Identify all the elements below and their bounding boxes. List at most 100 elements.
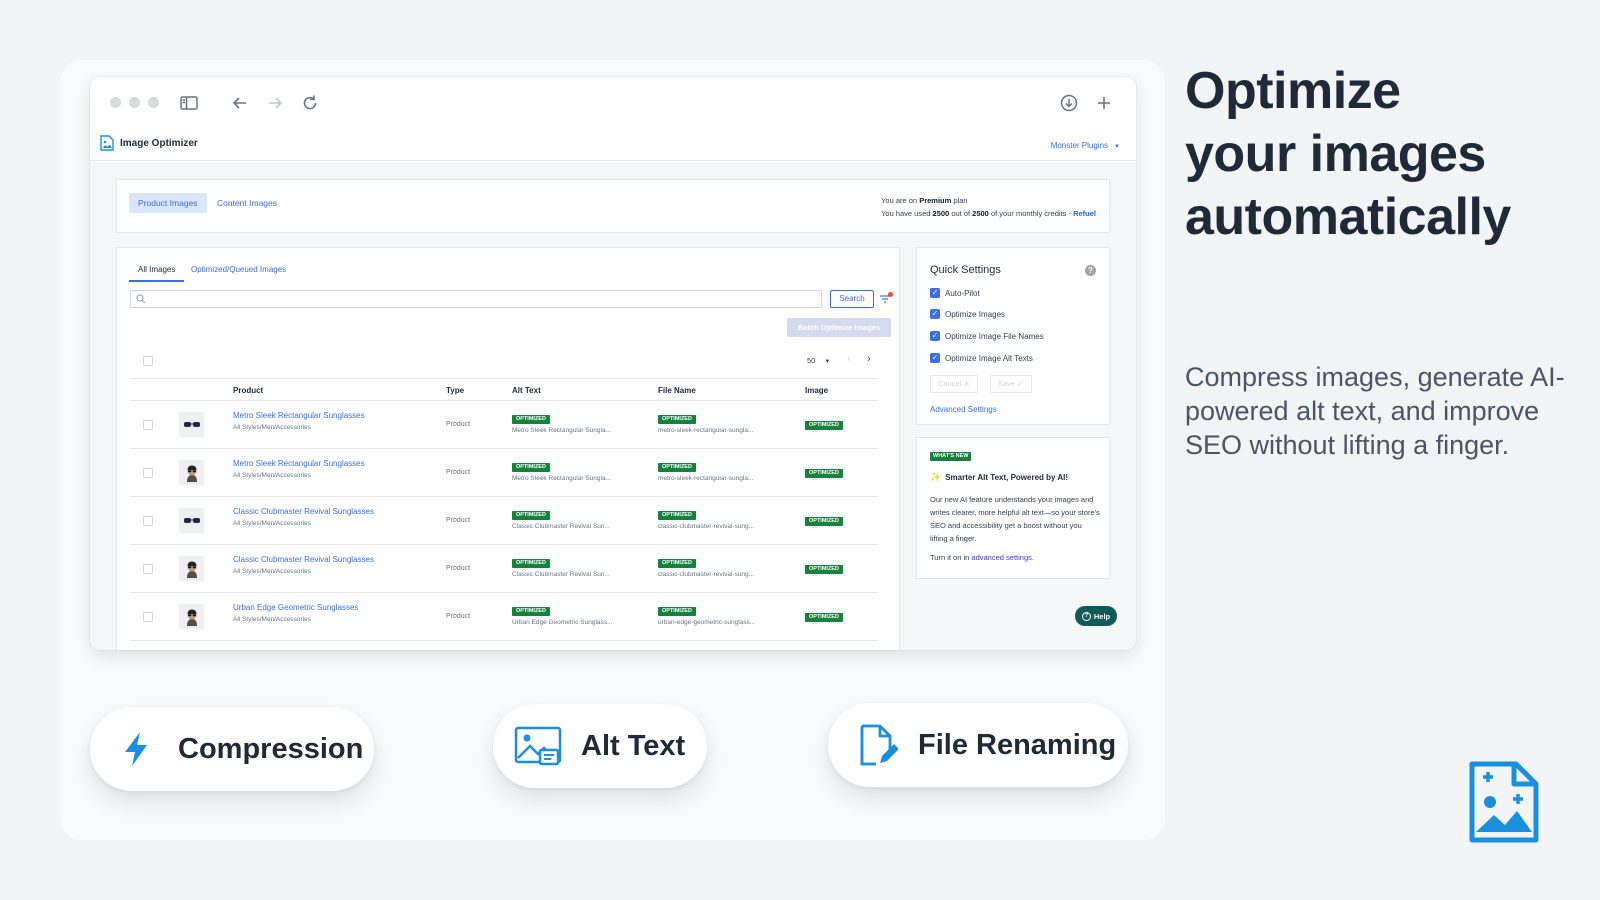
checkbox-checked-icon[interactable]: ✓ <box>930 288 940 298</box>
status-badge: OPTIMIZED <box>512 559 550 568</box>
image-text-icon <box>513 724 563 768</box>
product-category: All Styles/Men/Accessories <box>233 424 312 431</box>
sidebar-toggle-icon[interactable] <box>178 92 200 114</box>
download-icon[interactable] <box>1058 92 1080 114</box>
row-checkbox[interactable] <box>143 420 153 430</box>
setting-optimize-alt-texts[interactable]: ✓ Optimize Image Alt Texts <box>930 353 1033 363</box>
product-category: All Styles/Men/Accessories <box>233 520 312 527</box>
batch-optimize-button[interactable]: Batch Optimize Images <box>787 318 891 337</box>
account-name: Monster Plugins <box>1050 141 1109 150</box>
search-button[interactable]: Search <box>830 290 874 308</box>
row-checkbox[interactable] <box>143 516 153 526</box>
help-circle-icon[interactable]: ? <box>1085 265 1096 276</box>
table-row: Metro Sleek Rectangular Sunglasses All St… <box>130 401 878 449</box>
feature-file-renaming: File Renaming <box>828 703 1128 787</box>
status-badge: OPTIMIZED <box>805 565 843 574</box>
window-close-dot[interactable] <box>110 97 121 108</box>
quick-settings-title: Quick Settings <box>930 264 1001 276</box>
quick-settings-card: Quick Settings ? ✓ Auto-Pilot ✓ Optimize I… <box>916 247 1110 425</box>
advanced-settings-link[interactable]: Advanced Settings <box>930 405 997 414</box>
product-type: Product <box>446 613 471 620</box>
person-sunglasses-icon[interactable] <box>179 460 204 485</box>
plan-name: Premium <box>919 196 952 205</box>
chevron-down-icon: ▼ <box>1114 144 1120 150</box>
chevron-down-icon: ▼ <box>824 359 831 365</box>
row-checkbox[interactable] <box>143 564 153 574</box>
product-name-link[interactable]: Classic Clubmaster Revival Sunglasses <box>233 507 374 516</box>
forward-arrow-icon[interactable] <box>264 92 286 114</box>
col-file-name[interactable]: File Name <box>658 386 696 395</box>
reload-icon[interactable] <box>299 92 321 114</box>
status-badge: OPTIMIZED <box>658 511 696 520</box>
product-name-link[interactable]: Classic Clubmaster Revival Sunglasses <box>233 555 374 564</box>
product-type: Product <box>446 517 471 524</box>
status-badge: OPTIMIZED <box>805 421 843 430</box>
table-row: Urban Edge Geometric Sunglasses All Style… <box>130 593 878 641</box>
status-badge: OPTIMIZED <box>512 607 550 616</box>
setting-auto-pilot[interactable]: ✓ Auto-Pilot <box>930 288 980 298</box>
window-zoom-dot[interactable] <box>148 97 159 108</box>
col-alt-text[interactable]: Alt Text <box>512 386 541 395</box>
tab-product-images[interactable]: Product Images <box>129 193 207 213</box>
image-optimizer-logo-icon <box>1469 761 1539 843</box>
close-icon: ✕ <box>963 379 970 388</box>
headline-line: automatically <box>1185 188 1511 246</box>
feature-label: File Renaming <box>918 728 1117 761</box>
plan-prefix: You are on <box>881 196 918 205</box>
setting-label: Optimize Image File Names <box>945 331 1044 341</box>
filter-active-dot <box>888 292 893 297</box>
row-checkbox[interactable] <box>143 612 153 622</box>
plan-suffix: plan <box>953 196 968 205</box>
hero-subline: Compress images, generate AI-powered alt… <box>1185 362 1565 460</box>
setting-optimize-images[interactable]: ✓ Optimize Images <box>930 309 1005 319</box>
checkbox-checked-icon[interactable]: ✓ <box>930 331 940 341</box>
back-arrow-icon[interactable] <box>229 92 251 114</box>
whats-new-title: ✨ Smarter Alt Text, Powered by AI! <box>930 472 1068 483</box>
alt-text-value: Urban Edge Geometric Sunglass... <box>512 619 613 626</box>
cancel-button[interactable]: Cancel ✕ <box>930 375 978 393</box>
checkbox-checked-icon[interactable]: ✓ <box>930 309 940 319</box>
next-page-icon[interactable]: › <box>867 353 871 365</box>
sunglasses-icon[interactable] <box>179 508 204 533</box>
credits-total: 2500 <box>972 209 989 218</box>
subtab-optimized-queued[interactable]: Optimized/Queued Images <box>191 265 286 280</box>
person-sunglasses-icon[interactable] <box>179 556 204 581</box>
product-name-link[interactable]: Urban Edge Geometric Sunglasses <box>233 603 358 612</box>
product-name-link[interactable]: Metro Sleek Rectangular Sunglasses <box>233 411 365 420</box>
status-badge: OPTIMIZED <box>512 511 550 520</box>
headline-line: your images <box>1185 125 1486 183</box>
app-logo[interactable]: Image Optimizer <box>99 135 198 151</box>
cta-prefix: Turn it on in <box>930 553 970 562</box>
subtab-all-images[interactable]: All Images <box>129 265 185 282</box>
col-product[interactable]: Product <box>233 386 263 395</box>
search-input[interactable] <box>130 290 822 308</box>
save-button[interactable]: Save ✓ <box>990 375 1032 393</box>
sunglasses-icon[interactable] <box>179 412 204 437</box>
select-all-checkbox[interactable] <box>143 356 153 366</box>
app-name: Image Optimizer <box>120 137 198 149</box>
product-category: All Styles/Men/Accessories <box>233 472 312 479</box>
lightning-icon <box>114 727 158 771</box>
col-type[interactable]: Type <box>446 386 464 395</box>
advanced-settings-link[interactable]: advanced settings. <box>971 553 1034 562</box>
images-card: All Images Optimized/Queued Images Searc… <box>116 247 900 650</box>
product-name-link[interactable]: Metro Sleek Rectangular Sunglasses <box>233 459 365 468</box>
help-circle-icon: ? <box>1081 611 1091 621</box>
person-sunglasses-icon[interactable] <box>179 604 204 629</box>
row-checkbox[interactable] <box>143 468 153 478</box>
per-page-select[interactable]: 50 ▼ <box>807 356 830 365</box>
checkbox-checked-icon[interactable]: ✓ <box>930 353 940 363</box>
new-tab-icon[interactable] <box>1093 92 1115 114</box>
search-icon <box>136 294 146 304</box>
setting-optimize-file-names[interactable]: ✓ Optimize Image File Names <box>930 331 1044 341</box>
account-menu[interactable]: Monster Plugins ▼ <box>1051 141 1120 150</box>
window-minimize-dot[interactable] <box>129 97 140 108</box>
tab-content-images[interactable]: Content Images <box>208 193 286 213</box>
status-badge: OPTIMIZED <box>658 607 696 616</box>
check-icon: ✓ <box>1017 379 1024 388</box>
refuel-link[interactable]: Refuel <box>1073 209 1096 218</box>
prev-page-icon[interactable]: ‹ <box>847 353 851 365</box>
col-image[interactable]: Image <box>805 386 828 395</box>
table-header: Product Type Alt Text File Name Image <box>130 378 878 401</box>
help-button[interactable]: ? Help <box>1075 606 1117 626</box>
